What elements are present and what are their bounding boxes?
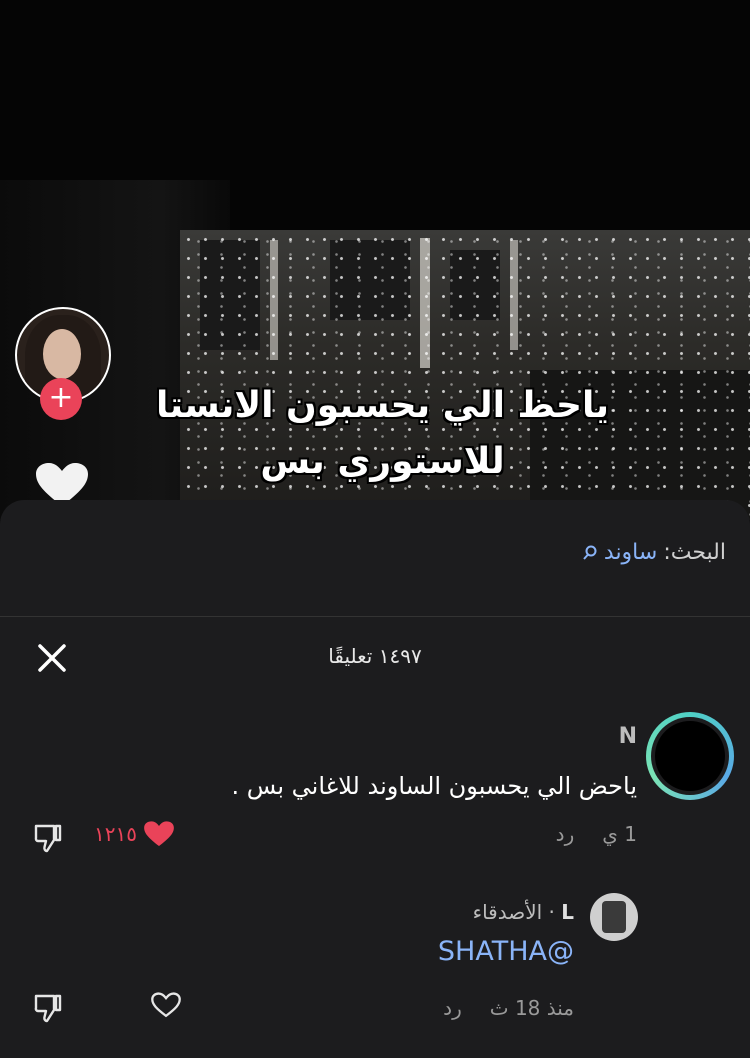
comment-like-button[interactable]: ١٢١٥ <box>94 820 175 848</box>
search-term[interactable]: ساوند <box>604 540 657 565</box>
reply-button[interactable]: رد <box>556 822 575 846</box>
video-player[interactable]: + ياحظ الي يحسبون الانستا للاستوري بس <box>0 0 750 520</box>
comment-text: ياحض الي يحسبون الساوند للاغاني بس . <box>231 772 638 800</box>
caption-line-2: للاستوري بس <box>260 441 505 482</box>
follow-button[interactable]: + <box>40 378 82 420</box>
like-count: ١٢١٥ <box>94 822 137 846</box>
comment-meta: 1 ي رد <box>556 822 637 846</box>
comments-count: ١٤٩٧ تعليقًا <box>328 644 422 668</box>
comment-avatar[interactable] <box>646 712 734 800</box>
divider <box>0 616 750 617</box>
comment-author[interactable]: N <box>619 724 637 749</box>
video-caption: ياحظ الي يحسبون الانستا للاستوري بس <box>110 378 655 490</box>
comment-time: منذ 18 ث <box>489 996 574 1020</box>
search-suggestion[interactable]: البحث: ساوند <box>582 540 726 565</box>
dislike-icon[interactable] <box>32 992 64 1024</box>
friends-label: · الأصدقاء <box>472 900 555 924</box>
search-icon <box>583 545 597 560</box>
comment-text[interactable]: SHATHA@ <box>438 936 574 967</box>
heart-outline-icon[interactable] <box>150 990 182 1020</box>
search-label: البحث: <box>663 540 726 565</box>
comments-sheet: البحث: ساوند ١٤٩٧ تعليقًا N ياحض الي يحس… <box>0 500 750 1058</box>
reply-button[interactable]: رد <box>443 996 462 1020</box>
heart-filled-icon <box>144 821 174 846</box>
comment-avatar[interactable] <box>590 893 638 941</box>
caption-line-1: ياحظ الي يحسبون الانستا <box>155 385 609 426</box>
comment-author-row: L · الأصدقاء <box>473 900 574 924</box>
comment-meta: منذ 18 ث رد <box>443 996 574 1020</box>
comment-time: 1 ي <box>602 822 637 846</box>
comment-author[interactable]: L <box>561 900 574 924</box>
dislike-icon[interactable] <box>32 822 64 854</box>
